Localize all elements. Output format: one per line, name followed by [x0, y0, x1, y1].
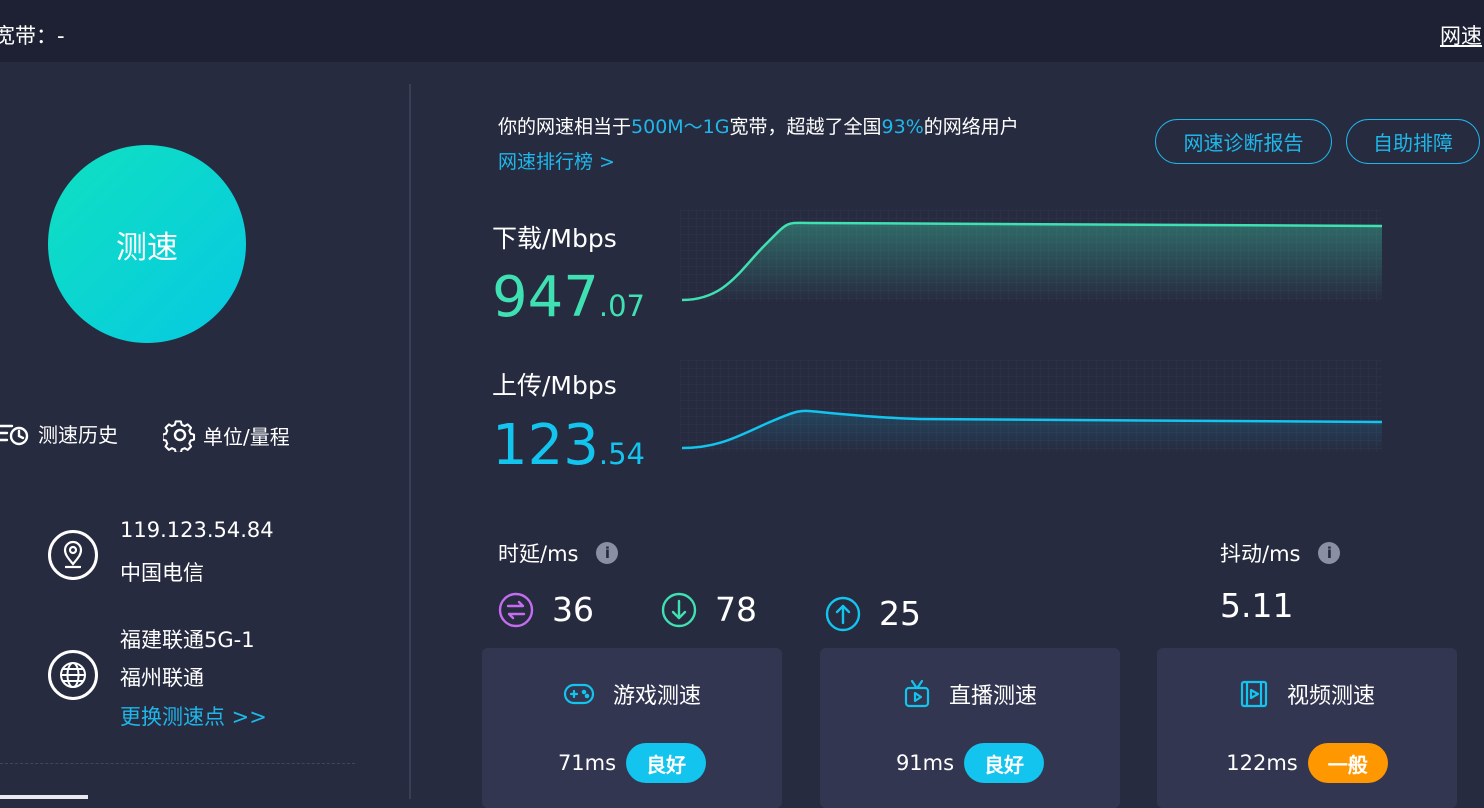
latency-label: 时延/ms — [498, 542, 579, 566]
video-status-badge: 一般 — [1307, 743, 1388, 783]
vertical-divider — [409, 84, 411, 799]
location-pin-icon — [48, 530, 98, 580]
gamepad-icon — [563, 683, 595, 705]
summary-mid: 宽带，超越了全国 — [729, 116, 882, 138]
diagnosis-report-button[interactable]: 网速诊断报告 — [1155, 119, 1332, 164]
upload-int: 123 — [492, 413, 599, 478]
history-button[interactable]: 测速历史 — [0, 418, 118, 448]
live-status-badge: 良好 — [964, 743, 1045, 783]
download-label: 下载/Mbps — [492, 224, 617, 253]
download-chart-area — [682, 222, 1382, 302]
live-card-result: 91ms 良好 — [820, 743, 1120, 783]
jitter-label-row: 抖动/ms i — [1220, 538, 1341, 568]
idle-latency: 36 — [498, 590, 594, 629]
jitter-value: 5.11 — [1220, 586, 1294, 625]
upload-dec: .54 — [598, 437, 646, 471]
history-icon — [0, 424, 29, 446]
live-card-title: 直播测速 — [820, 678, 1120, 710]
speed-test-button-label: 测速 — [116, 229, 178, 266]
summary-prefix: 你的网速相当于 — [498, 116, 632, 138]
jitter-label: 抖动/ms — [1220, 542, 1301, 566]
game-speed-card[interactable]: 游戏测速 71ms 良好 — [482, 648, 782, 808]
upload-speed-value: 123.54 — [492, 418, 645, 474]
horizontal-divider — [0, 763, 355, 764]
upload-latency-value: 25 — [879, 594, 921, 633]
video-latency: 122ms — [1226, 751, 1298, 775]
video-card-title: 视频测速 — [1157, 678, 1457, 710]
speed-ranking-link[interactable]: 网速排行榜 > — [498, 147, 615, 174]
top-bar: 宽带：- 网速 — [0, 0, 1484, 62]
latency-label-row: 时延/ms i — [498, 538, 619, 568]
speed-summary: 你的网速相当于500M～1G宽带，超越了全国93%的网络用户 — [498, 112, 1019, 139]
download-latency-value: 78 — [715, 590, 757, 629]
video-speed-card[interactable]: 视频测速 122ms 一般 — [1157, 648, 1457, 808]
exchange-arrows-icon — [498, 592, 534, 627]
summary-bandwidth: 500M～1G — [631, 116, 730, 138]
download-dec: .07 — [598, 289, 646, 323]
unit-settings-button[interactable]: 单位/量程 — [163, 418, 290, 452]
live-latency: 91ms — [895, 751, 955, 775]
broadband-label: 宽带：- — [0, 24, 65, 48]
latency-info-icon[interactable]: i — [596, 542, 619, 564]
server-name: 福建联通5G-1 — [120, 628, 255, 652]
live-speed-card[interactable]: 直播测速 91ms 良好 — [820, 648, 1120, 808]
globe-icon — [48, 650, 98, 700]
history-label: 测速历史 — [38, 422, 118, 447]
unit-settings-label: 单位/量程 — [203, 424, 290, 449]
game-latency: 71ms — [557, 751, 617, 775]
download-int: 947 — [492, 265, 599, 330]
download-arrow-icon — [661, 592, 697, 627]
upload-label: 上传/Mbps — [492, 371, 617, 400]
start-speed-test-button[interactable]: 测速 — [48, 145, 246, 343]
summary-suffix: 的网络用户 — [923, 116, 1019, 138]
tv-icon — [904, 679, 930, 708]
video-card-label: 视频测速 — [1286, 684, 1375, 709]
download-speed-value: 947.07 — [492, 270, 645, 326]
top-right-link[interactable]: 网速 — [1440, 20, 1482, 50]
download-speed-chart — [680, 210, 1382, 302]
bottom-scroll-indicator — [0, 795, 88, 799]
ip-address: 119.123.54.84 — [120, 518, 274, 542]
idle-latency-value: 36 — [552, 590, 594, 629]
jitter-info-icon[interactable]: i — [1318, 542, 1341, 564]
isp-name: 中国电信 — [120, 561, 204, 585]
upload-latency: 25 — [825, 594, 921, 633]
game-status-badge: 良好 — [626, 743, 707, 783]
upload-speed-chart — [680, 360, 1382, 452]
gear-icon — [163, 420, 196, 452]
video-icon — [1240, 680, 1268, 708]
live-card-label: 直播测速 — [948, 684, 1037, 709]
game-card-result: 71ms 良好 — [482, 743, 782, 783]
summary-percent: 93% — [881, 116, 924, 138]
change-server-link[interactable]: 更换测速点 >> — [120, 701, 267, 731]
game-card-title: 游戏测速 — [482, 678, 782, 710]
game-card-label: 游戏测速 — [612, 684, 701, 709]
self-troubleshoot-button[interactable]: 自助排障 — [1346, 119, 1480, 164]
download-latency: 78 — [661, 590, 757, 629]
video-card-result: 122ms 一般 — [1157, 743, 1457, 783]
server-isp: 福州联通 — [120, 666, 204, 690]
upload-arrow-icon — [825, 596, 861, 631]
